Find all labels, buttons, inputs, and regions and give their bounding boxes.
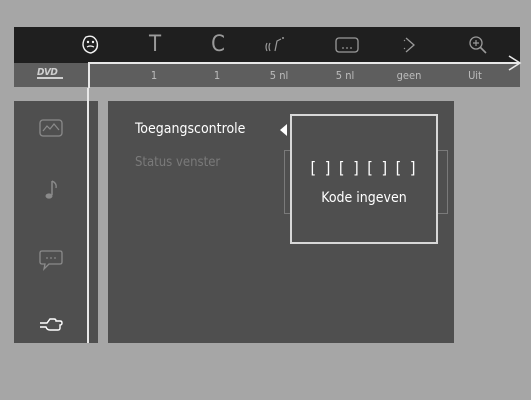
chapter-value: 1 [213,68,221,82]
title-icon[interactable]: T [140,27,170,63]
next-icon[interactable] [395,27,425,63]
top-menu-bar: T C [14,27,520,63]
picture-icon[interactable] [36,113,66,143]
menu-item-status-venster[interactable]: Status venster [135,155,220,171]
menu-pointer-icon [280,124,287,136]
angle-icon[interactable] [76,27,106,63]
zoom-icon[interactable] [463,27,493,63]
audio-value: 5 nl [269,68,289,82]
next-value: geen [396,68,422,82]
chapter-icon[interactable]: C [203,27,233,63]
value-bar: DVD 1 1 5 nl 5 nl geen Uit [14,63,520,87]
subtitle-value: 5 nl [335,68,355,82]
zoom-value: Uit [468,68,482,82]
code-prompt-label: Kode ingeven [321,190,407,206]
dvd-logo: DVD [37,67,63,83]
selection-line-outer [87,88,89,343]
menu-item-toegangscontrole[interactable]: Toegangscontrole [135,121,245,137]
subtitle-icon[interactable] [332,27,362,63]
sidebar [14,101,98,343]
music-note-icon[interactable] [36,175,66,205]
code-input[interactable]: [ ] [ ] [ ] [ ] [292,158,436,177]
speech-bubble-icon[interactable] [36,245,66,275]
audio-icon[interactable] [261,27,291,63]
settings-panel: Toegangscontrole Status venster [ ] [ ] … [108,101,454,343]
code-entry-dialog: [ ] [ ] [ ] [ ] Kode ingeven [290,114,438,244]
title-value: 1 [150,68,158,82]
hand-icon[interactable] [36,309,66,339]
